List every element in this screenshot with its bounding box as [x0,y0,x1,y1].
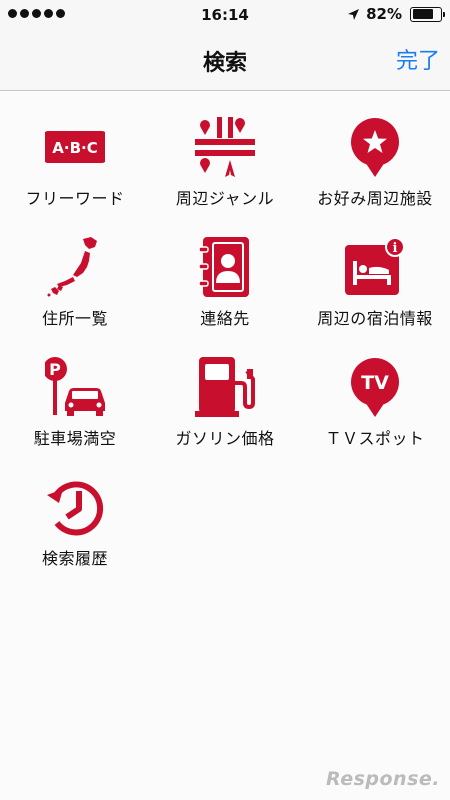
nearby-genre-icon [195,117,255,177]
gas-pump-icon [195,357,255,417]
menu-item-search-history[interactable]: 検索履歴 [0,451,150,571]
menu-item-free-word[interactable]: A·B·C フリーワード [0,91,150,211]
menu-item-address-list[interactable]: 住所一覧 [0,211,150,331]
menu-item-label: ＴＶスポット [325,429,425,448]
battery-percentage: 82% [366,5,402,23]
page-title: 検索 [202,51,247,76]
history-clock-icon [47,481,104,536]
battery-icon [410,6,445,22]
menu-item-label: ガソリン価格 [175,429,275,448]
menu-item-nearby-lodging[interactable]: i 周辺の宿泊情報 [300,211,450,331]
tv-pin-icon: TV [351,358,399,417]
japan-map-icon [47,237,97,297]
status-bar: 16:14 82% [0,0,450,32]
favorite-facility-pin-icon [351,118,399,177]
menu-item-gas-prices[interactable]: ガソリン価格 [150,331,300,451]
info-icon: i [393,241,398,256]
menu-item-contacts[interactable]: 連絡先 [150,211,300,331]
menu-item-label: 連絡先 [200,309,250,328]
abc-icon-text: A·B·C [52,139,97,157]
menu-item-label: 周辺の宿泊情報 [317,309,433,328]
parking-letter: P [49,360,61,379]
response-watermark: Response. [326,768,440,790]
parking-car-icon: P [45,357,105,416]
menu-item-label: 住所一覧 [41,309,108,328]
menu-item-tv-spots[interactable]: TV ＴＶスポット [300,331,450,451]
menu-item-label: 検索履歴 [41,549,108,568]
menu-item-label: 周辺ジャンル [175,189,275,208]
menu-item-label: 駐車場満空 [33,429,117,448]
tv-icon-text: TV [361,372,389,394]
menu-item-parking-availability[interactable]: P 駐車場満空 [0,331,150,451]
hotel-bed-icon: i [345,237,405,295]
abc-keyword-icon: A·B·C [45,131,105,163]
menu-item-favorite-facilities[interactable]: お好み周辺施設 [300,91,450,211]
search-menu-grid: A·B·C フリーワード 周辺ジャンル お好み周辺施設 住所一覧 連絡先 i 周… [0,91,450,571]
navigation-bar: 検索 完了 [0,32,450,91]
location-arrow-icon [348,8,360,20]
contacts-book-icon [198,237,249,297]
menu-item-nearby-genre[interactable]: 周辺ジャンル [150,91,300,211]
menu-item-label: フリーワード [25,189,125,208]
menu-item-label: お好み周辺施設 [317,189,433,208]
done-button[interactable]: 完了 [396,43,440,75]
